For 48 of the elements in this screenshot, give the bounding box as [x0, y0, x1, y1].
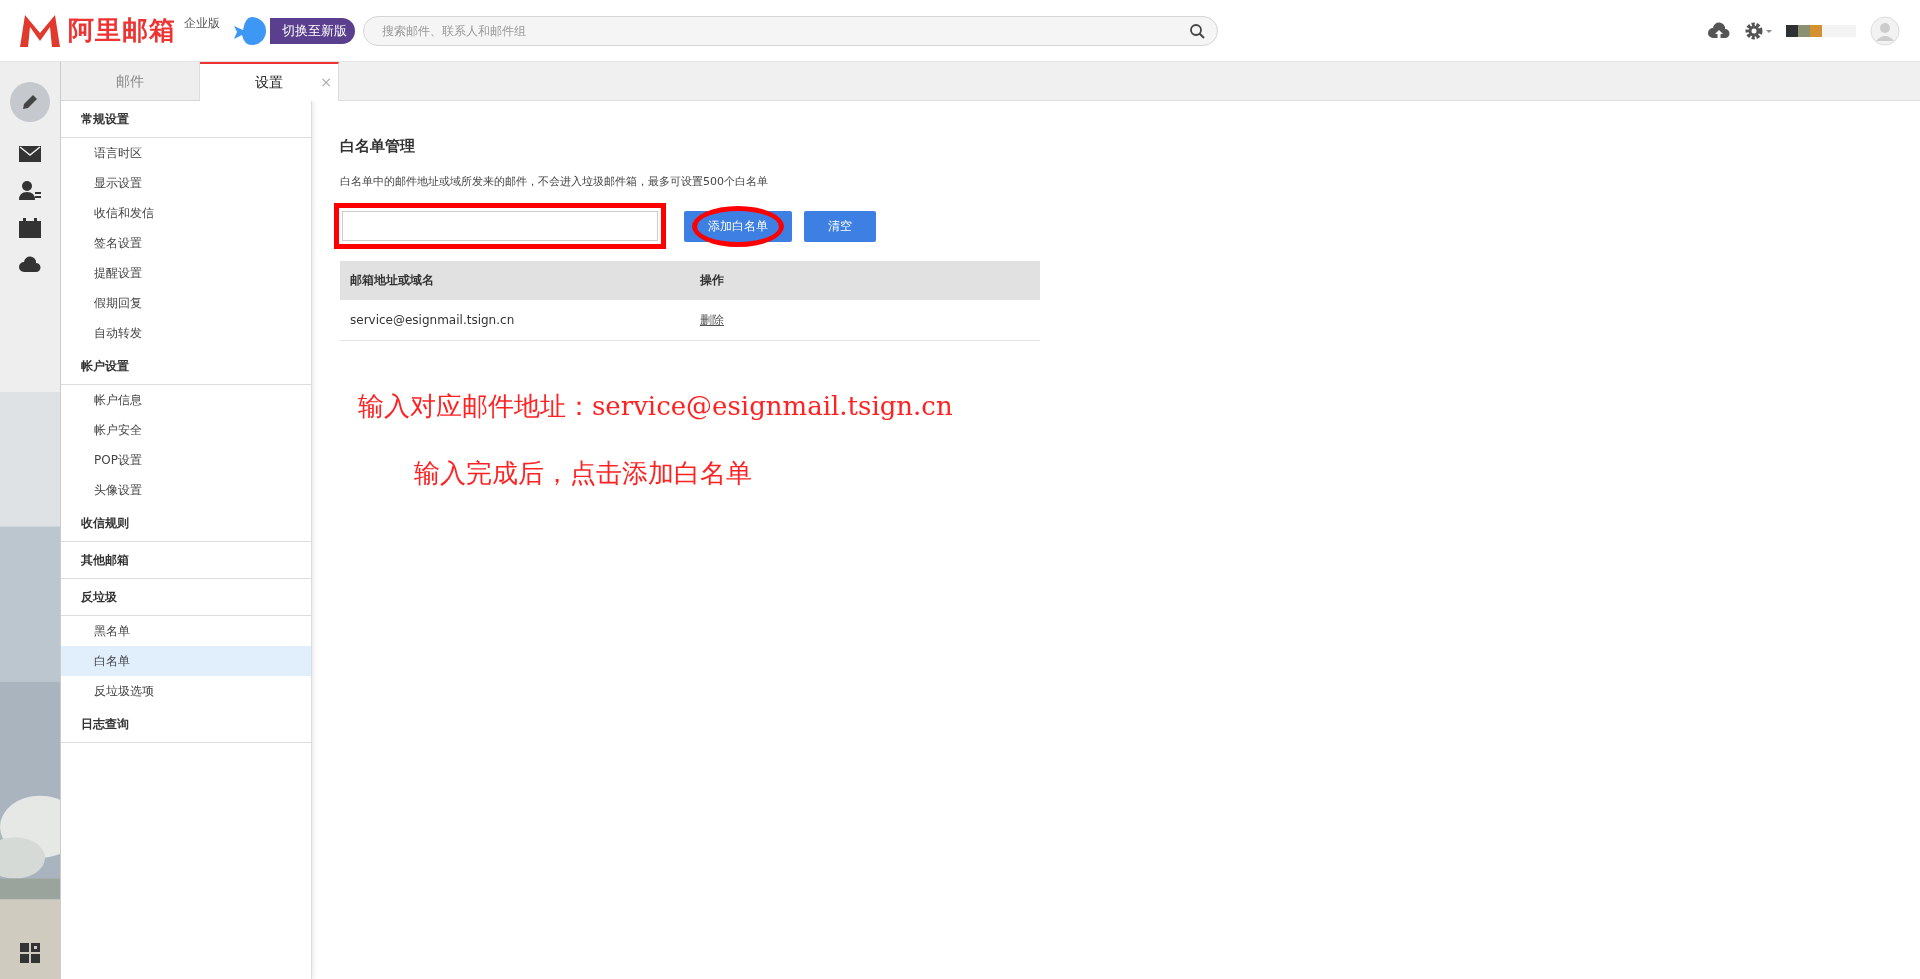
tab[interactable]: 设置 × [200, 62, 339, 101]
delete-link[interactable]: 删除 [700, 312, 724, 327]
column-header: 邮箱地址或域名 [340, 261, 690, 300]
nav-item[interactable]: 提醒设置 [61, 258, 311, 288]
mail-icon[interactable] [19, 146, 41, 162]
nav-item[interactable]: 自动转发 [61, 318, 311, 348]
nav-item[interactable]: 签名设置 [61, 228, 311, 258]
section-title: 白名单管理 [340, 137, 416, 156]
clear-button[interactable]: 清空 [804, 210, 876, 242]
nav-item[interactable]: 假期回复 [61, 288, 311, 318]
nav-group-header[interactable]: 收信规则 [61, 505, 311, 542]
nav-item[interactable]: 显示设置 [61, 168, 311, 198]
nav-group-header[interactable]: 常规设置 [61, 101, 311, 138]
pencil-icon [20, 92, 40, 112]
nav-item[interactable]: 头像设置 [61, 475, 311, 505]
cloud-upload-icon[interactable] [1708, 21, 1730, 40]
contacts-icon[interactable] [19, 180, 41, 200]
blurred-username-drawing [1786, 24, 1856, 37]
nav-item[interactable]: 黑名单 [61, 616, 311, 646]
edition-label: 企业版 [184, 15, 220, 32]
search-icon[interactable] [1189, 22, 1205, 39]
logo-text: 阿里邮箱 [68, 14, 176, 47]
settings-icon[interactable] [1744, 20, 1772, 41]
nav-item[interactable]: POP设置 [61, 445, 311, 475]
nav-item[interactable]: 语言时区 [61, 138, 311, 168]
m-logo-icon [20, 14, 60, 47]
nav-group-header[interactable]: 帐户设置 [61, 348, 311, 385]
nav-group-header[interactable]: 日志查询 [61, 706, 311, 743]
cloud-icon[interactable] [19, 256, 41, 272]
compose-button[interactable] [10, 82, 50, 122]
nav-item[interactable]: 收信和发信 [61, 198, 311, 228]
section-description: 白名单中的邮件地址或域所发来的邮件，不会进入垃圾邮件箱，最多可设置500个白名单 [340, 174, 769, 189]
address-input[interactable] [342, 211, 658, 241]
annotation-text: 输入对应邮件地址：service@esignmail.tsign.cn [358, 390, 954, 423]
grid-icon[interactable] [20, 943, 40, 963]
table-cell: service@esignmail.tsign.cn [340, 300, 690, 341]
calendar-icon[interactable] [19, 218, 41, 238]
column-header: 操作 [690, 261, 1040, 300]
switch-version-button[interactable]: 切换至新版 [270, 17, 355, 44]
search-field[interactable]: 搜索邮件、联系人和邮件组 [380, 22, 1189, 39]
annotation-text: 输入完成后，点击添加白名单 [414, 457, 753, 490]
nav-item[interactable]: 帐户安全 [61, 415, 311, 445]
search-bar[interactable]: 搜索邮件、联系人和邮件组 [363, 15, 1218, 46]
nav-group-header[interactable]: 反垃圾 [61, 579, 311, 616]
nav-item[interactable]: 帐户信息 [61, 385, 311, 415]
nav-item[interactable]: 白名单 [61, 646, 311, 676]
nav-group-header[interactable]: 其他邮箱 [61, 542, 311, 579]
nav-item[interactable]: 反垃圾选项 [61, 676, 311, 706]
